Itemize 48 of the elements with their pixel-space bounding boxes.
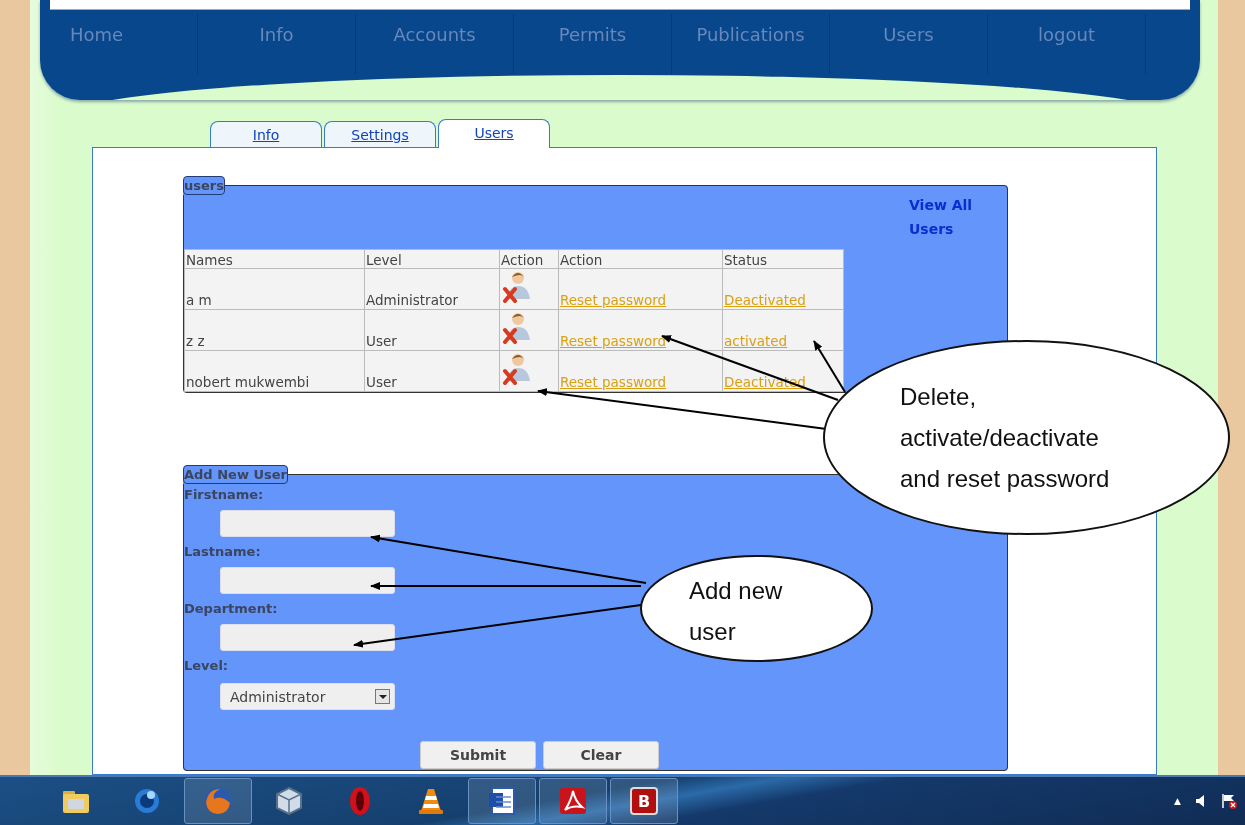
nav-link[interactable]: Accounts (356, 14, 514, 74)
taskbar-button[interactable] (539, 778, 607, 824)
nav-link[interactable]: Home (40, 14, 198, 74)
nav-link[interactable]: logout (988, 14, 1146, 74)
view-all-link[interactable]: View All Users (909, 193, 979, 249)
table-cell: Administrator (364, 268, 500, 310)
field-label: Level: (184, 657, 229, 675)
speaker-icon[interactable] (1195, 794, 1207, 808)
app-icon: B (630, 787, 658, 815)
table-cell: User (364, 350, 500, 392)
column-header: Action (558, 249, 723, 269)
column-header: Action (499, 249, 559, 269)
field-label: Firstname: (184, 486, 264, 504)
status-link[interactable]: activated (724, 333, 788, 349)
nav-link[interactable]: Users (830, 14, 988, 74)
callout-text: Delete, activate/deactivate and reset password (900, 382, 1111, 494)
show-hidden-icons-button[interactable]: ▲ (1174, 796, 1181, 806)
document-icon (486, 785, 518, 817)
table-cell: User (364, 309, 500, 351)
tab[interactable]: Settings (324, 121, 436, 147)
column-header: Status (722, 249, 844, 269)
input-field[interactable] (220, 567, 395, 594)
column-header: Names (184, 249, 365, 269)
cube-icon (273, 785, 305, 817)
taskbar-button[interactable]: B (610, 778, 678, 824)
nav-link[interactable]: Info (198, 14, 356, 74)
tab[interactable]: Users (438, 119, 550, 148)
panel-legend: Add New User (183, 465, 288, 484)
nav-link[interactable]: Permits (514, 14, 672, 74)
tab[interactable]: Info (210, 121, 322, 147)
flag-icon[interactable] (1221, 793, 1237, 809)
table-cell: nobert mukwembi (184, 350, 365, 392)
input-field[interactable] (220, 510, 395, 537)
caret-icon[interactable] (375, 689, 390, 704)
input-field[interactable] (220, 624, 395, 651)
panel-legend: users (183, 176, 225, 195)
taskbar-button[interactable] (468, 778, 536, 824)
pdf-icon (557, 785, 589, 817)
table-cell: a m (184, 268, 365, 310)
submit-button[interactable]: Submit (420, 741, 536, 769)
field-label: Department: (184, 600, 278, 618)
level-dropdown[interactable]: Administrator (220, 683, 395, 710)
callout-text: Add new user (689, 576, 784, 647)
field-label: Lastname: (184, 543, 261, 561)
clear-button[interactable]: Clear (543, 741, 659, 769)
nav-link[interactable]: Publications (672, 14, 830, 74)
table-cell: z z (184, 309, 365, 351)
column-header: Level (364, 249, 500, 269)
